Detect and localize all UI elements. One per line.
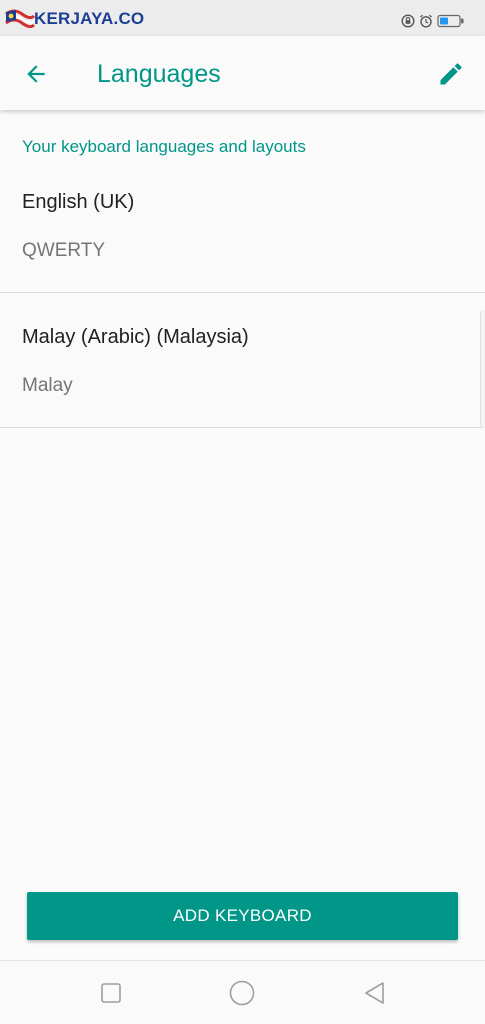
arrow-back-icon — [27, 65, 45, 83]
divider — [0, 427, 485, 428]
language-name: Malay (Arabic) (Malaysia) — [22, 326, 249, 348]
page-title: Languages — [97, 60, 221, 88]
lock-rotation-icon — [401, 14, 415, 28]
language-item-malay-arabic[interactable]: Malay (Arabic) (Malaysia) Malay — [0, 293, 485, 428]
back-button[interactable] — [18, 56, 54, 92]
language-item-english-uk[interactable]: English (UK) QWERTY — [0, 158, 485, 293]
battery-icon — [437, 14, 464, 28]
recent-apps-button[interactable] — [97, 979, 125, 1007]
alarm-icon — [420, 14, 432, 28]
language-name: English (UK) — [22, 191, 135, 213]
home-button[interactable] — [228, 979, 256, 1007]
app-bar: Languages — [0, 36, 485, 110]
add-keyboard-label: ADD KEYBOARD — [173, 906, 312, 925]
status-bar: KERJAYA.CO — [0, 0, 485, 36]
section-header: Your keyboard languages and layouts — [22, 137, 306, 156]
watermark-text: KERJAYA.CO — [34, 9, 145, 28]
nav-back-button[interactable] — [360, 979, 388, 1007]
watermark-logo: KERJAYA.CO — [4, 8, 144, 30]
edge-panel-handle[interactable] — [480, 310, 485, 428]
home-icon — [229, 980, 255, 1006]
navigation-bar — [0, 960, 485, 1024]
edit-button[interactable] — [433, 56, 469, 92]
back-triangle-icon — [365, 982, 384, 1004]
add-keyboard-button[interactable]: ADD KEYBOARD — [27, 892, 458, 940]
recent-apps-icon — [101, 983, 121, 1003]
pencil-icon — [440, 63, 462, 85]
malaysia-flag-icon — [5, 9, 36, 29]
language-layout: Malay — [22, 375, 73, 396]
screen: KERJAYA.CO Languages Your keyboard langu… — [0, 0, 485, 1024]
language-layout: QWERTY — [22, 240, 106, 261]
status-icons — [401, 14, 465, 28]
